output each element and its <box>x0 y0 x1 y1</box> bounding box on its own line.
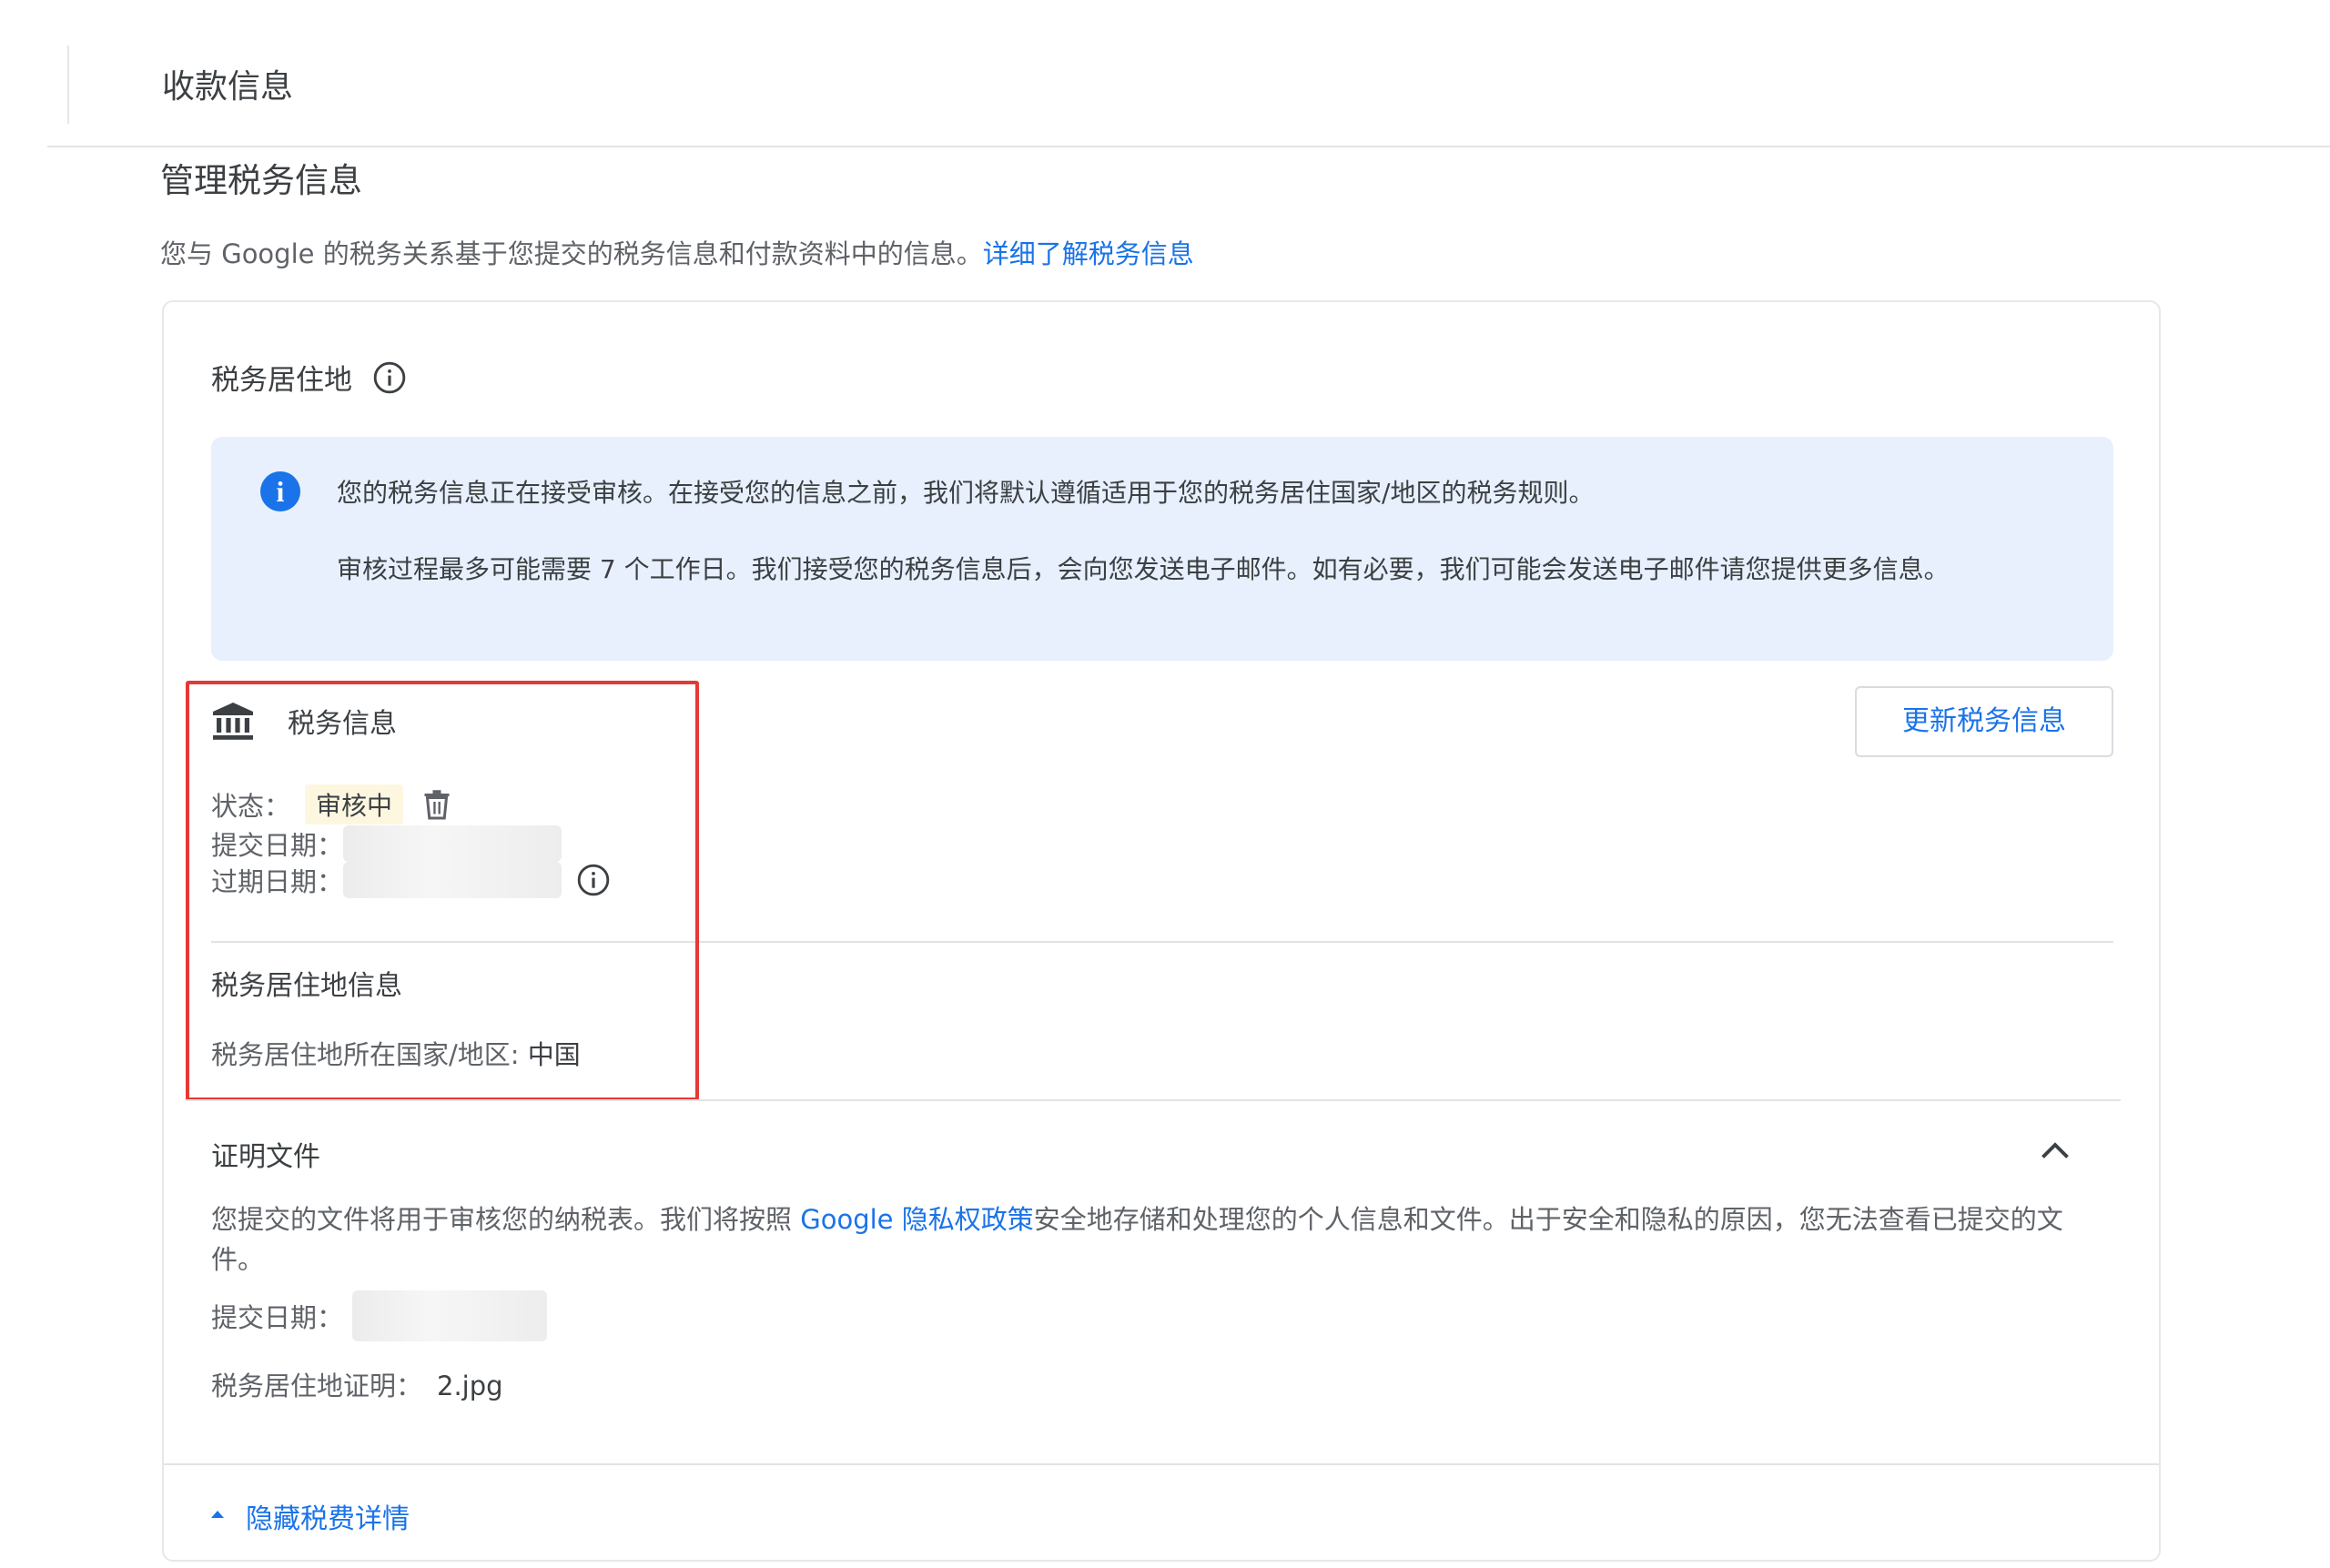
expire-date-redacted <box>343 862 562 898</box>
page-title: 收款信息 <box>162 68 294 106</box>
privacy-policy-link[interactable]: Google 隐私权政策 <box>800 1204 1033 1235</box>
status-label: 状态： <box>211 791 291 822</box>
section-intro: 您与 Google 的税务关系基于您提交的税务信息和付款资料中的信息。详细了解税… <box>160 233 1194 271</box>
status-row: 状态： 审核中 <box>211 784 451 824</box>
proof-submit-date-redacted <box>352 1290 548 1341</box>
bank-icon <box>213 703 253 740</box>
footer-divider <box>164 1463 2159 1465</box>
chevron-up-icon[interactable] <box>2039 1139 2072 1161</box>
residence-country-value: 中国 <box>527 1039 581 1070</box>
proof-heading: 证明文件 <box>211 1141 320 1173</box>
info-circle-icon[interactable] <box>576 863 611 897</box>
residence-heading: 税务居住地 <box>211 357 407 398</box>
proof-file-row: 税务居住地证明： 2.jpg <box>211 1365 503 1403</box>
tax-card: 税务居住地 i 您的税务信息正在接受审核。在接受您的信息之前，我们将默认遵循适用… <box>162 300 2161 1562</box>
proof-submit-date-row: 提交日期： <box>211 1290 548 1341</box>
learn-more-link[interactable]: 详细了解税务信息 <box>983 238 1194 269</box>
notice-line-1: 您的税务信息正在接受审核。在接受您的信息之前，我们将默认遵循适用于您的税务居住国… <box>337 478 1595 508</box>
proof-divider <box>186 1099 2121 1101</box>
residence-country-label: 税务居住地所在国家/地区: <box>211 1039 528 1070</box>
residence-country-row: 税务居住地所在国家/地区: 中国 <box>211 1034 581 1072</box>
residence-heading-label: 税务居住地 <box>211 364 352 397</box>
proof-desc-before: 您提交的文件将用于审核您的纳税表。我们将按照 <box>211 1204 801 1235</box>
info-filled-icon: i <box>260 471 300 511</box>
review-notice: i 您的税务信息正在接受审核。在接受您的信息之前，我们将默认遵循适用于您的税务居… <box>211 437 2113 661</box>
hide-tax-details-link[interactable]: 隐藏税费详情 <box>211 1496 410 1536</box>
proof-submit-date-label: 提交日期： <box>211 1302 344 1333</box>
info-circle-icon[interactable] <box>372 360 407 395</box>
submit-date-label: 提交日期： <box>211 830 344 861</box>
top-vertical-divider <box>67 46 69 124</box>
trash-icon[interactable] <box>423 789 451 820</box>
proof-file-value: 2.jpg <box>437 1371 503 1401</box>
intro-text: 您与 Google 的税务关系基于您提交的税务信息和付款资料中的信息。 <box>160 238 983 269</box>
status-badge: 审核中 <box>305 784 404 824</box>
submit-date-row: 提交日期： <box>211 824 562 863</box>
expire-date-label: 过期日期： <box>211 866 344 897</box>
proof-description: 您提交的文件将用于审核您的纳税表。我们将按照 Google 隐私权政策安全地存储… <box>211 1199 2113 1280</box>
proof-file-label: 税务居住地证明： <box>211 1371 423 1401</box>
section-title: 管理税务信息 <box>160 161 362 200</box>
submit-date-redacted <box>343 825 562 862</box>
expire-date-row: 过期日期： <box>211 861 611 899</box>
top-horizontal-divider <box>47 146 2330 147</box>
update-tax-info-button[interactable]: 更新税务信息 <box>1855 686 2113 757</box>
triangle-up-icon <box>211 1511 224 1518</box>
hide-tax-details-label: 隐藏税费详情 <box>246 1503 410 1535</box>
residence-info-heading: 税务居住地信息 <box>211 970 402 1002</box>
tax-info-heading-label: 税务信息 <box>288 708 397 740</box>
top-bar: 收款信息 <box>0 0 2330 147</box>
tax-info-heading: 税务信息 <box>211 701 397 741</box>
notice-line-2: 审核过程最多可能需要 7 个工作日。我们接受您的税务信息后，会向您发送电子邮件。… <box>337 554 1950 584</box>
tax-info-divider <box>211 941 2113 943</box>
